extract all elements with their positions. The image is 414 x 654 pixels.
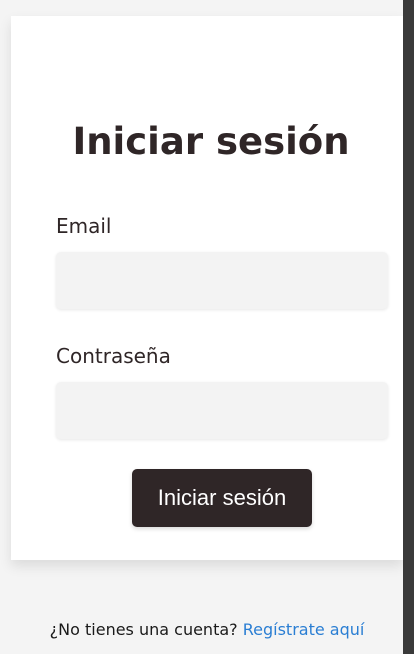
page-background: Iniciar sesión Email Contraseña Iniciar … xyxy=(0,0,403,654)
password-label: Contraseña xyxy=(56,344,171,368)
page-title: Iniciar sesión xyxy=(72,120,350,163)
register-prompt-text: ¿No tienes una cuenta? xyxy=(49,620,238,639)
email-field[interactable] xyxy=(56,252,388,309)
register-prompt: ¿No tienes una cuenta? Regístrate aquí xyxy=(0,620,414,639)
login-card: Iniciar sesión Email Contraseña Iniciar … xyxy=(11,16,403,560)
password-field[interactable] xyxy=(56,382,388,439)
scrollbar[interactable] xyxy=(403,0,414,654)
email-label: Email xyxy=(56,214,112,238)
register-link[interactable]: Regístrate aquí xyxy=(243,620,365,639)
login-button[interactable]: Iniciar sesión xyxy=(132,469,312,527)
